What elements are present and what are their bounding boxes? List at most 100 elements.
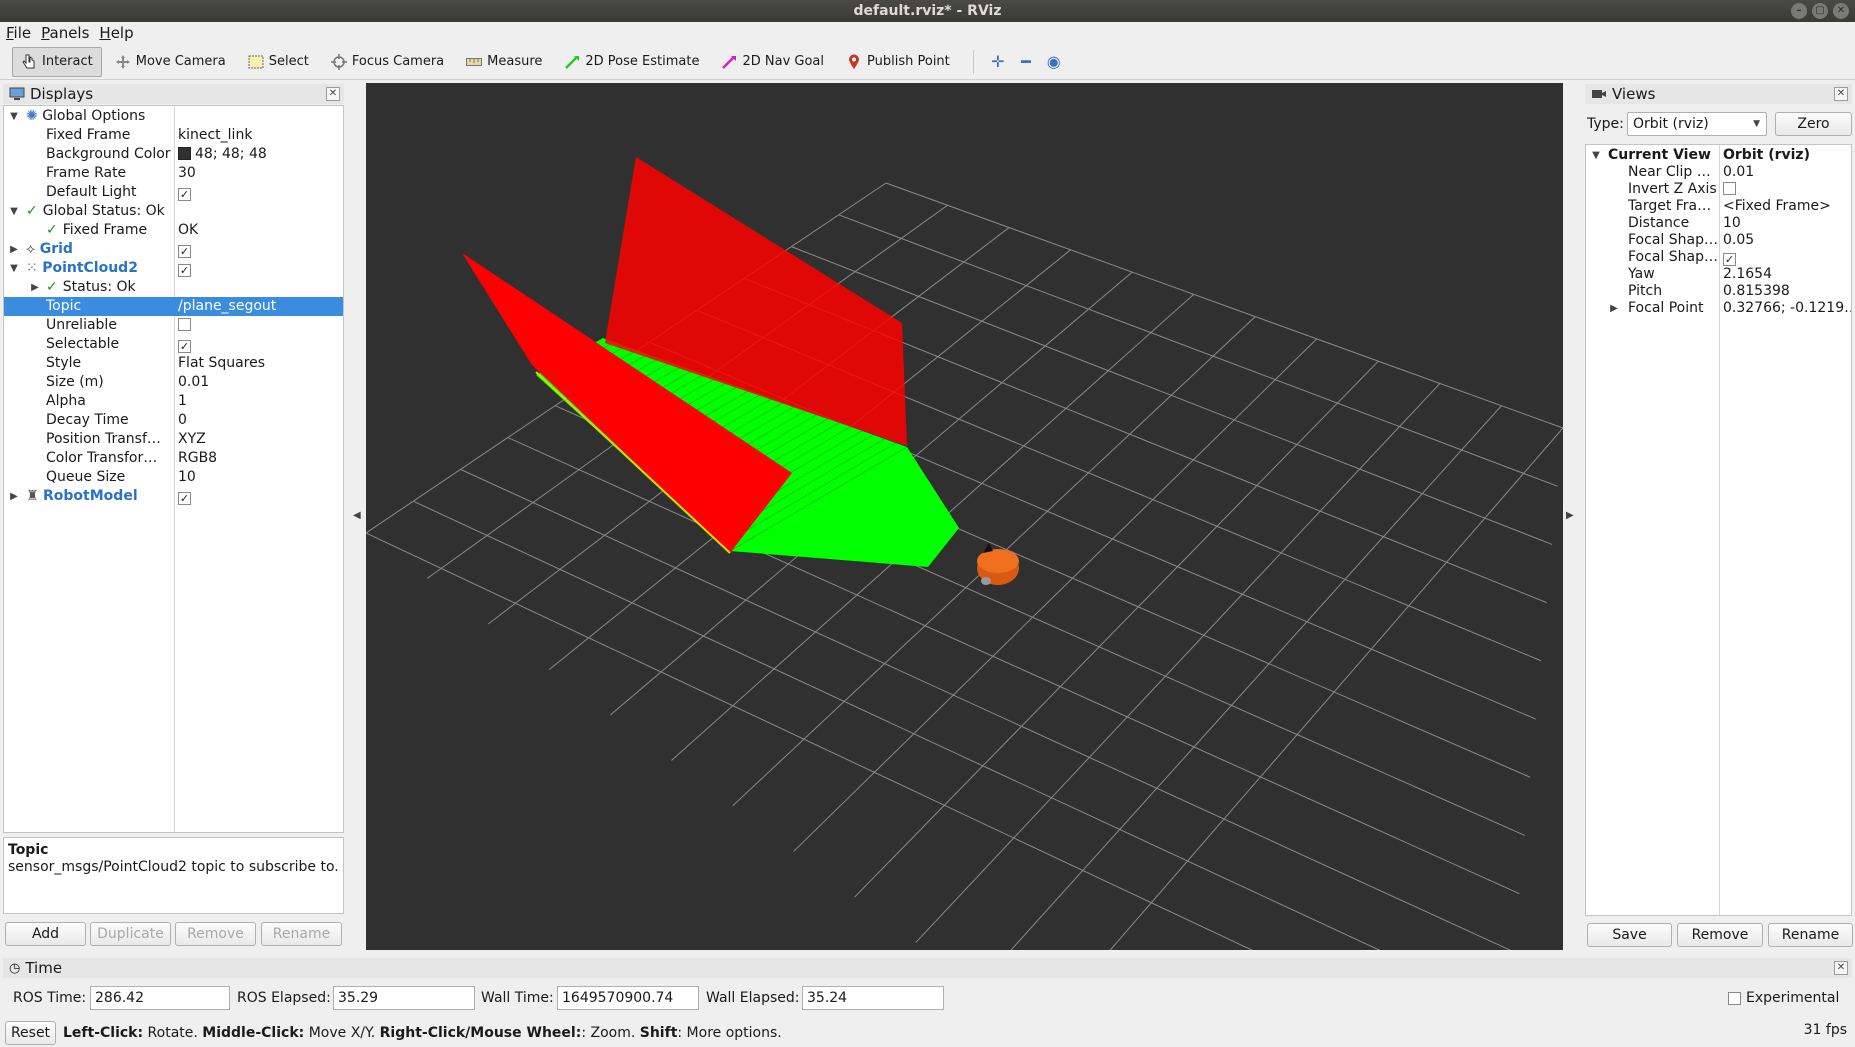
status-ok-icon: ✓ [26,203,38,219]
tool-interact[interactable]: Interact [12,46,102,77]
view-options-icon[interactable]: ◉ [1040,48,1068,76]
ros-time-label: ROS Time: [13,990,87,1006]
maximize-icon[interactable]: ▢ [1812,3,1828,19]
ground-grid [365,182,1564,1047]
ros-time-field[interactable]: 286.42 [90,986,230,1010]
tool-2d-pose-estimate[interactable]: 2D Pose Estimate [555,47,708,77]
tree-row-style[interactable]: Style Flat Squares [4,354,343,373]
tree-row-pointcloud2[interactable]: ▼ ⁙ PointCloud2 ✓ [4,259,343,278]
collapse-arrow-icon[interactable]: ▼ [8,259,20,278]
window-title: default.rviz* - RViz [853,3,1002,19]
tree-row-topic[interactable]: Topic /plane_segout [4,297,343,316]
rename-view-button[interactable]: Rename [1768,923,1853,947]
tree-row-background-color[interactable]: Background Color 48; 48; 48 [4,145,343,164]
default-light-checkbox[interactable]: ✓ [178,188,191,201]
expand-arrow-icon[interactable]: ▶ [1608,299,1620,318]
add-button[interactable]: Add [5,922,86,946]
color-swatch[interactable] [178,147,191,160]
tool-publish-point[interactable]: Publish Point [837,47,959,77]
tool-2d-nav-goal[interactable]: 2D Nav Goal [712,47,833,77]
reset-button[interactable]: Reset [5,1021,56,1045]
unreliable-checkbox[interactable] [178,318,191,331]
render-viewport[interactable] [365,83,1564,1047]
grid-line [915,383,1441,943]
status-hint: Left-Click: Rotate. Middle-Click: Move X… [63,1025,782,1041]
robot-model-icon: ♜ [26,488,39,504]
tree-row-selectable[interactable]: Selectable ✓ [4,335,343,354]
tree-row-global-options[interactable]: ▼ ✺ Global Options [4,107,343,126]
tree-row-grid[interactable]: ▶ ⟡ Grid ✓ [4,240,343,259]
tree-row-default-light[interactable]: Default Light ✓ [4,183,343,202]
time-header: ◷ Time ✕ [3,958,1852,978]
menu-panels[interactable]: Panels [41,24,89,42]
pointcloud-icon: ⁙ [26,260,38,276]
pointcloud2-checkbox[interactable]: ✓ [178,264,191,277]
displays-title: Displays [30,85,94,103]
tree-row-robotmodel[interactable]: ▶ ♜ RobotModel ✓ [4,487,343,506]
clock-icon: ◷ [9,960,21,976]
robotmodel-checkbox[interactable]: ✓ [178,492,191,505]
camera-icon [1592,90,1606,98]
wall-time-field[interactable]: 1649570900.74 [557,986,699,1010]
add-tool-icon[interactable]: ✛ [984,48,1012,76]
tree-row-global-status[interactable]: ▼ ✓ Global Status: Ok [4,202,343,221]
grid-line [507,437,1520,895]
expand-arrow-icon[interactable]: ▶ [29,278,41,297]
tree-row-size[interactable]: Size (m) 0.01 [4,373,343,392]
grid-checkbox[interactable]: ✓ [178,245,191,258]
invert-z-checkbox[interactable] [1723,182,1736,195]
minimize-icon[interactable]: – [1791,3,1807,19]
tree-row-color-transformer[interactable]: Color Transfor… RGB8 [4,449,343,468]
experimental-checkbox[interactable] [1728,992,1741,1005]
tree-row-unreliable[interactable]: Unreliable [4,316,343,335]
ros-elapsed-label: ROS Elapsed: [237,990,331,1006]
remove-view-button[interactable]: Remove [1677,923,1763,947]
tool-select[interactable]: Select [239,47,318,77]
monitor-icon [9,87,25,100]
duplicate-button[interactable]: Duplicate [90,922,171,946]
collapse-arrow-icon[interactable]: ▼ [8,202,20,221]
save-view-button[interactable]: Save [1587,923,1672,947]
description-title: Topic [8,842,49,858]
menu-help[interactable]: Help [99,24,133,42]
displays-header: Displays ✕ [3,84,344,104]
tool-focus-camera[interactable]: Focus Camera [322,47,453,77]
tool-measure[interactable]: Measure [457,47,551,77]
tree-row-fixed-frame-status[interactable]: ✓ Fixed Frame OK [4,221,343,240]
collapse-arrow-icon[interactable]: ▼ [8,107,20,126]
views-header: Views ✕ [1585,84,1852,104]
wall-elapsed-label: Wall Elapsed: [706,990,800,1006]
experimental-label: Experimental [1746,990,1840,1006]
menu-file[interactable]: File [6,24,31,42]
time-close-icon[interactable]: ✕ [1834,961,1848,975]
expand-arrow-icon[interactable]: ▶ [8,240,20,259]
zero-button[interactable]: Zero [1775,112,1852,136]
expand-arrow-icon[interactable]: ▶ [8,487,20,506]
tree-row-alpha[interactable]: Alpha 1 [4,392,343,411]
tree-row-position-transformer[interactable]: Position Transf… XYZ [4,430,343,449]
toolbar-separator [972,49,974,74]
views-close-icon[interactable]: ✕ [1834,87,1848,101]
view-type-select[interactable]: Orbit (rviz) ▼ [1627,112,1767,136]
collapse-left-arrow-icon[interactable]: ◀ [353,510,361,521]
wall-elapsed-field[interactable]: 35.24 [802,986,944,1010]
tree-row-decay-time[interactable]: Decay Time 0 [4,411,343,430]
chevron-down-icon: ▼ [1753,119,1760,129]
collapse-right-arrow-icon[interactable]: ▶ [1566,510,1574,521]
time-title: Time [25,959,63,977]
selectable-checkbox[interactable]: ✓ [178,340,191,353]
globe-icon: ✺ [26,108,38,124]
close-icon[interactable]: ✕ [1833,3,1849,19]
displays-close-icon[interactable]: ✕ [326,87,340,101]
view-row-focal-point[interactable]: ▶ Focal Point 0.32766; -0.1219… [1586,299,1851,318]
remove-tool-icon[interactable]: ━ [1012,48,1040,76]
3d-scene[interactable] [365,83,1564,1047]
tree-row-fixed-frame[interactable]: Fixed Frame kinect_link [4,126,343,145]
tree-row-queue-size[interactable]: Queue Size 10 [4,468,343,487]
ros-elapsed-field[interactable]: 35.29 [333,986,475,1010]
tree-row-frame-rate[interactable]: Frame Rate 30 [4,164,343,183]
rename-display-button[interactable]: Rename [261,922,342,946]
remove-display-button[interactable]: Remove [175,922,256,946]
tool-move-camera[interactable]: Move Camera [106,47,235,77]
tree-row-pointcloud-status[interactable]: ▶ ✓ Status: Ok [4,278,343,297]
